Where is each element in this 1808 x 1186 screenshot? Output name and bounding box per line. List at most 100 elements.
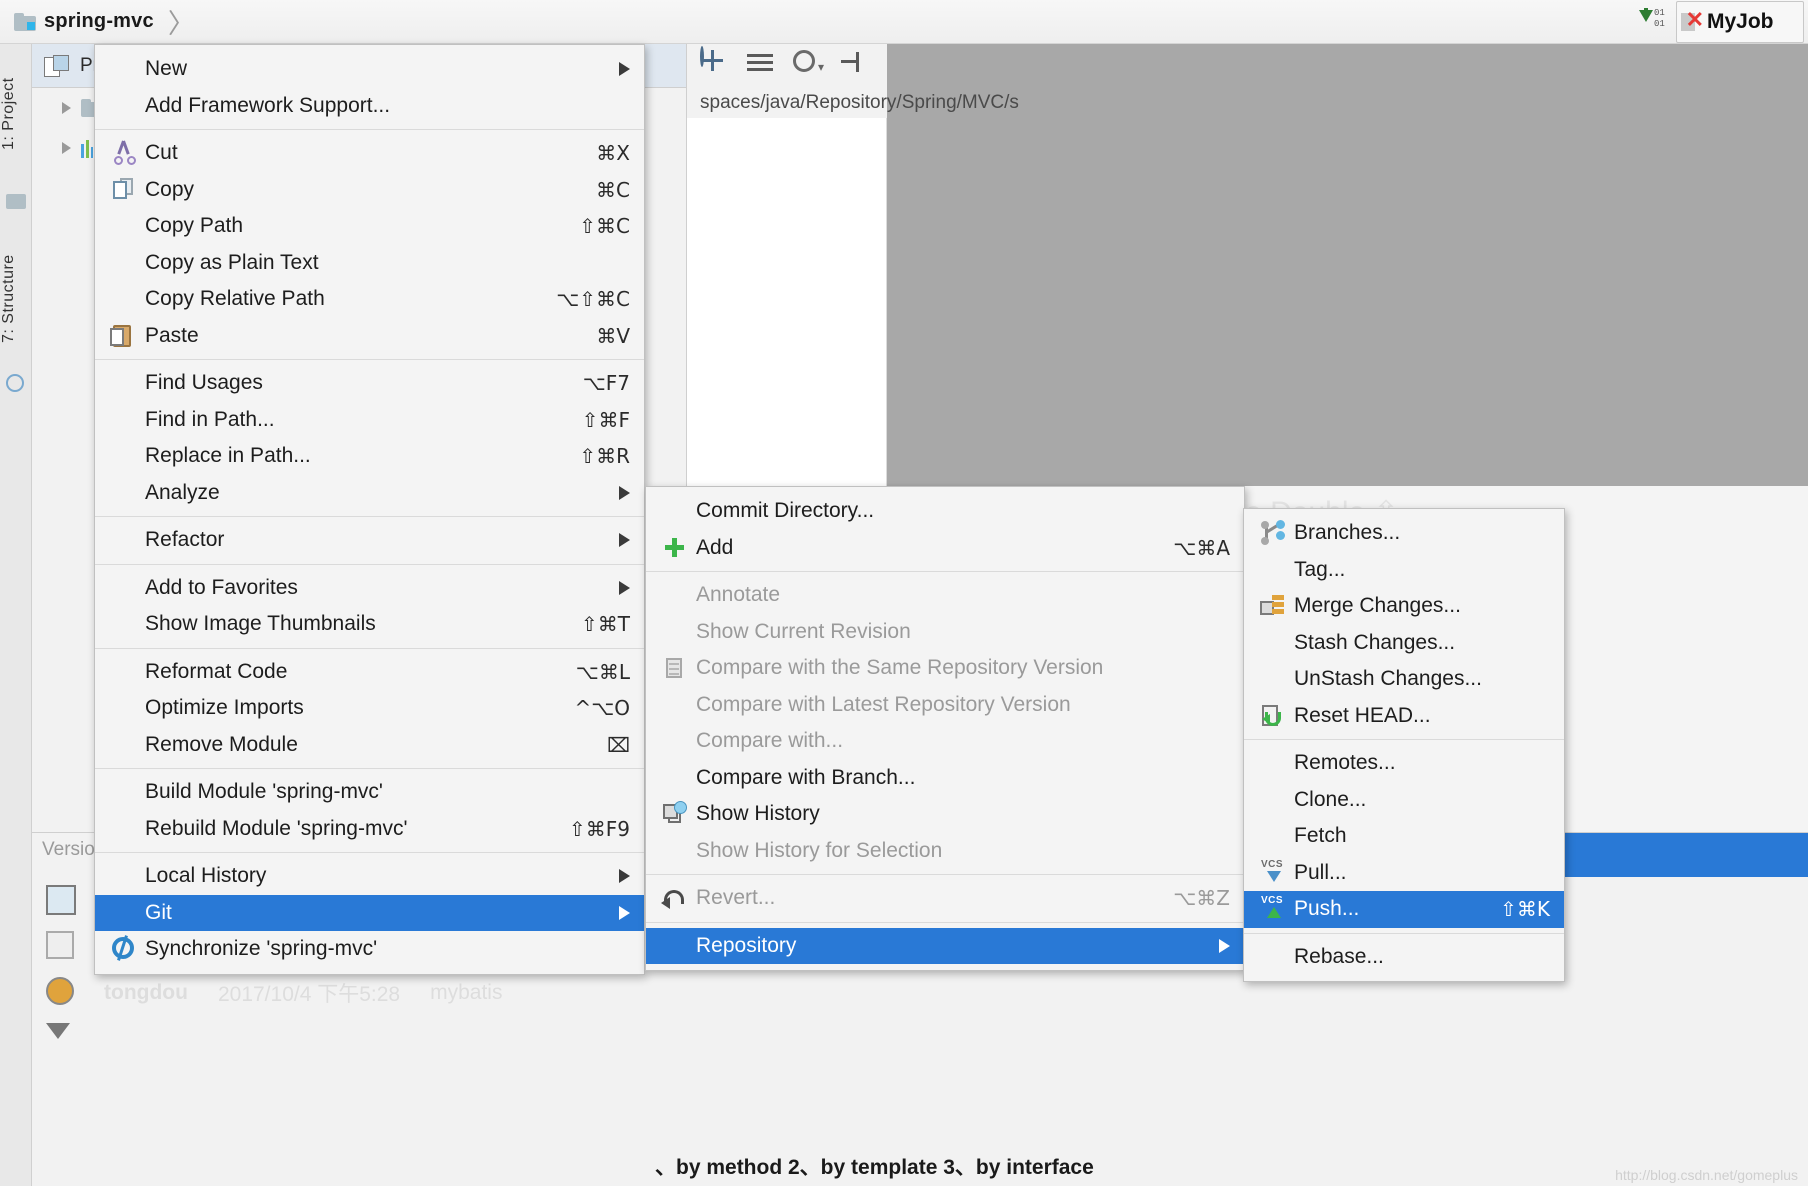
menu-separator	[95, 359, 644, 360]
menu-item-paste[interactable]: Paste ⌘V	[95, 318, 644, 355]
menu-item-copy-relative-path[interactable]: Copy Relative Path ⌥⇧⌘C	[95, 281, 644, 318]
menu-item-show-image-thumbnails[interactable]: Show Image Thumbnails ⇧⌘T	[95, 606, 644, 643]
menu-item-analyze[interactable]: Analyze	[95, 475, 644, 512]
menu-item-revert: Revert... ⌥⌘Z	[646, 880, 1244, 917]
menu-item-show-history-for-selection: Show History for Selection	[646, 833, 1244, 870]
collapse-all-icon[interactable]	[746, 48, 774, 76]
menu-item-shortcut: ⌥⇧⌘C	[556, 287, 630, 312]
editor-file-path: spaces/java/Repository/Spring/MVC/s	[700, 92, 1019, 113]
menu-icon-slot	[109, 443, 141, 469]
menu-item-cut[interactable]: Cut ⌘X	[95, 135, 644, 172]
menu-item-fetch[interactable]: Fetch	[1244, 818, 1564, 855]
menu-icon-slot	[660, 765, 692, 791]
copy-icon[interactable]	[46, 931, 80, 965]
menu-item-pull[interactable]: VCS Pull...	[1244, 855, 1564, 892]
menu-item-label: Copy Relative Path	[145, 287, 325, 311]
menu-item-label: Pull...	[1294, 860, 1347, 884]
chevron-right-icon	[619, 533, 630, 548]
tab-myjob[interactable]: ✕ MyJob	[1676, 1, 1804, 43]
menu-item-compare-with-branch[interactable]: Compare with Branch...	[646, 760, 1244, 797]
menu-item-shortcut: ⇧⌘T	[581, 612, 630, 637]
menu-item-label: Copy	[145, 177, 195, 201]
menu-icon-slot	[1258, 557, 1290, 583]
menu-item-push[interactable]: VCS Push... ⇧⌘K	[1244, 891, 1564, 928]
menu-item-label: Fetch	[1294, 824, 1347, 848]
project-context-menu[interactable]: New Add Framework Support... Cut ⌘X Copy ⌘C Co…	[94, 44, 645, 975]
chevron-right-icon	[1219, 938, 1230, 953]
menu-item-build-module-spring-mvc[interactable]: Build Module 'spring-mvc'	[95, 774, 644, 811]
menu-item-local-history[interactable]: Local History	[95, 858, 644, 895]
menu-item-add-framework-support[interactable]: Add Framework Support...	[95, 88, 644, 125]
menu-item-label: Repository	[696, 933, 797, 957]
hide-panel-icon[interactable]	[838, 48, 866, 76]
menu-item-label: Annotate	[696, 583, 781, 607]
menu-icon-slot	[660, 582, 692, 608]
expand-arrow-icon[interactable]	[62, 102, 71, 114]
menu-separator	[95, 768, 644, 769]
menu-item-repository[interactable]: Repository	[646, 927, 1244, 964]
repository-submenu[interactable]: Branches... Tag... Merge Changes... Stash C…	[1243, 508, 1565, 982]
chevron-right-icon	[619, 485, 630, 500]
menu-item-unstash-changes[interactable]: UnStash Changes...	[1244, 661, 1564, 698]
menu-item-show-history[interactable]: Show History	[646, 796, 1244, 833]
menu-item-reformat-code[interactable]: Reformat Code ⌥⌘L	[95, 654, 644, 691]
menu-item-remotes[interactable]: Remotes...	[1244, 745, 1564, 782]
menu-item-rebuild-module-spring-mvc[interactable]: Rebuild Module 'spring-mvc' ⇧⌘F9	[95, 811, 644, 848]
menu-item-clone[interactable]: Clone...	[1244, 782, 1564, 819]
download-count-line1: 01	[1654, 8, 1665, 18]
menu-item-label: Git	[145, 900, 172, 924]
menu-item-shortcut: ⌧	[606, 732, 630, 757]
menu-item-stash-changes[interactable]: Stash Changes...	[1244, 625, 1564, 662]
vcs-pull-icon: VCS	[1259, 859, 1289, 886]
menu-item-label: Show Image Thumbnails	[145, 612, 376, 636]
menu-item-label: Tag...	[1294, 557, 1346, 581]
menu-item-label: Analyze	[145, 480, 220, 504]
chevron-right-icon	[619, 869, 630, 884]
menu-item-label: Clone...	[1294, 787, 1367, 811]
left-tool-strip: 1: Project 7: Structure	[0, 44, 32, 1186]
menu-item-replace-in-path[interactable]: Replace in Path... ⇧⌘R	[95, 438, 644, 475]
menu-item-shortcut: ⌥⌘A	[1173, 535, 1230, 560]
menu-item-tag[interactable]: Tag...	[1244, 552, 1564, 589]
menu-item-commit-directory[interactable]: Commit Directory...	[646, 493, 1244, 530]
reset-icon	[1258, 703, 1290, 729]
menu-item-new[interactable]: New	[95, 51, 644, 88]
menu-separator	[646, 921, 1244, 923]
editor-empty-gray	[887, 44, 1808, 486]
git-submenu[interactable]: Commit Directory... Add ⌥⌘A Annotate Show Cu…	[645, 486, 1245, 971]
menu-item-optimize-imports[interactable]: Optimize Imports ^⌥O	[95, 690, 644, 727]
download-icon[interactable]	[46, 1023, 80, 1057]
menu-item-add-to-favorites[interactable]: Add to Favorites	[95, 570, 644, 607]
menu-item-shortcut: ⌘V	[596, 323, 630, 348]
sidebar-item-structure[interactable]: 7: Structure	[0, 229, 32, 369]
menu-icon-slot	[109, 695, 141, 721]
menu-item-copy-as-plain-text[interactable]: Copy as Plain Text	[95, 245, 644, 282]
menu-item-git[interactable]: Git	[95, 894, 644, 931]
menu-item-copy-path[interactable]: Copy Path ⇧⌘C	[95, 208, 644, 245]
download-arrow-icon[interactable]: 01 01	[1636, 7, 1670, 37]
menu-item-rebase[interactable]: Rebase...	[1244, 939, 1564, 976]
expand-arrow-icon[interactable]	[62, 142, 71, 154]
menu-item-reset-head[interactable]: Reset HEAD...	[1244, 698, 1564, 735]
menu-item-copy[interactable]: Copy ⌘C	[95, 172, 644, 209]
menu-item-add[interactable]: Add ⌥⌘A	[646, 530, 1244, 567]
menu-item-find-in-path[interactable]: Find in Path... ⇧⌘F	[95, 402, 644, 439]
gear-icon[interactable]: ▾	[792, 48, 824, 76]
sidebar-item-project[interactable]: 1: Project	[0, 54, 32, 174]
sync-icon	[109, 935, 141, 962]
chevron-right-icon	[619, 62, 630, 77]
menu-item-branches[interactable]: Branches...	[1244, 515, 1564, 552]
menu-item-find-usages[interactable]: Find Usages ⌥F7	[95, 365, 644, 402]
close-icon[interactable]: ✕	[1681, 9, 1704, 33]
menu-item-synchronize-spring-mvc[interactable]: Synchronize 'spring-mvc'	[95, 931, 644, 968]
commit-icon[interactable]	[46, 885, 80, 919]
chrome-icon[interactable]	[46, 977, 80, 1011]
breadcrumb-project[interactable]: spring-mvc	[44, 10, 154, 33]
menu-item-label: Find in Path...	[145, 407, 275, 431]
menu-item-refactor[interactable]: Refactor	[95, 522, 644, 559]
locate-icon[interactable]	[700, 46, 728, 76]
menu-item-remove-module[interactable]: Remove Module ⌧	[95, 727, 644, 764]
menu-item-label: Reformat Code	[145, 659, 288, 683]
menu-item-label: Rebuild Module 'spring-mvc'	[145, 816, 408, 840]
menu-item-merge-changes[interactable]: Merge Changes...	[1244, 588, 1564, 625]
